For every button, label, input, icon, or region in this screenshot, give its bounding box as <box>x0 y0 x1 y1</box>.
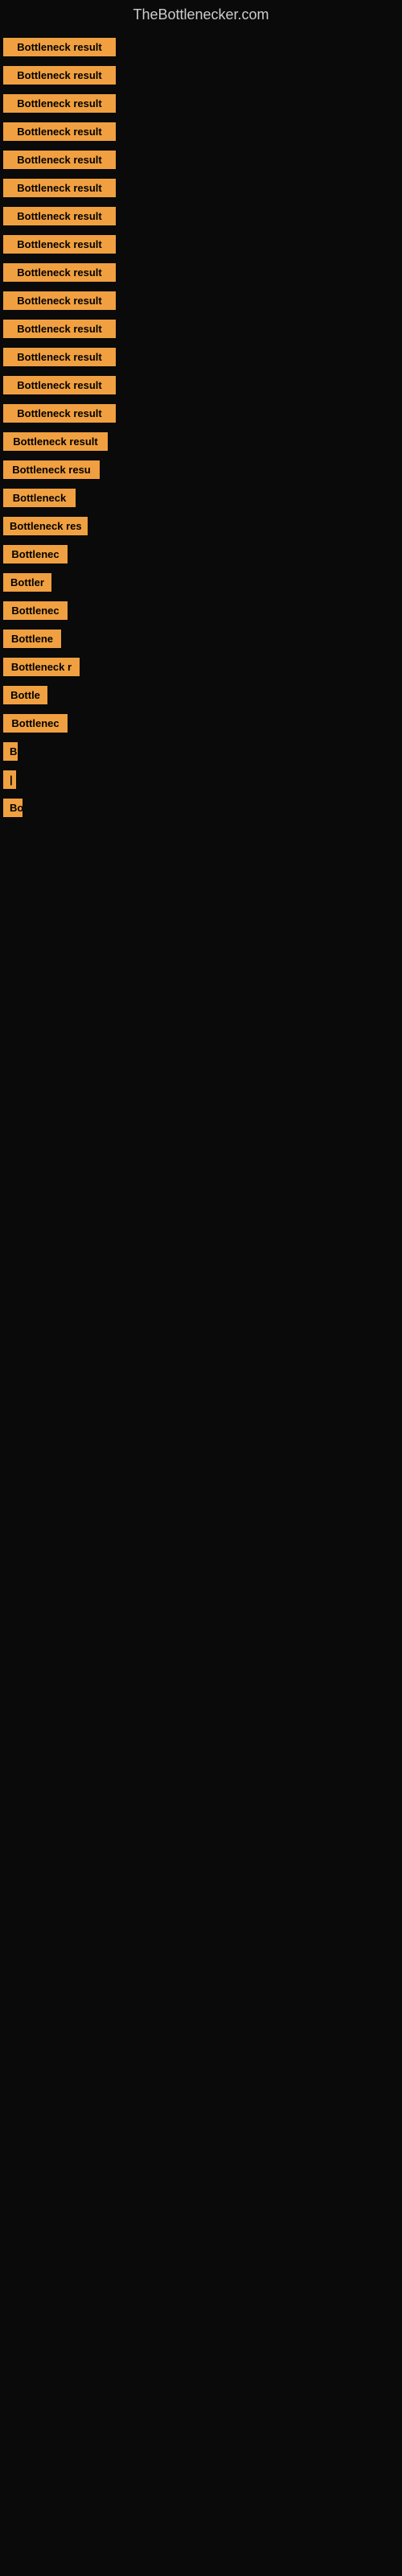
bottleneck-result-button-1[interactable]: Bottleneck result <box>3 66 116 85</box>
bottleneck-result-button-15[interactable]: Bottleneck resu <box>3 460 100 479</box>
bottleneck-result-button-12[interactable]: Bottleneck result <box>3 376 116 394</box>
bottleneck-result-button-16[interactable]: Bottleneck <box>3 489 76 507</box>
bottleneck-result-button-13[interactable]: Bottleneck result <box>3 404 116 423</box>
bottleneck-result-button-2[interactable]: Bottleneck result <box>3 94 116 113</box>
bottleneck-result-button-14[interactable]: Bottleneck result <box>3 432 108 451</box>
bottleneck-row-11: Bottleneck result <box>3 343 402 371</box>
bottleneck-row-30: Bo <box>3 794 402 822</box>
bottleneck-row-22: Bottleneck r <box>3 653 402 681</box>
bottleneck-row-23: Bottle <box>3 681 402 709</box>
bottleneck-row-6: Bottleneck result <box>3 202 402 230</box>
bottleneck-result-button-10[interactable]: Bottleneck result <box>3 320 116 338</box>
bottleneck-result-button-19[interactable]: Bottler <box>3 573 51 592</box>
bottleneck-row-1: Bottleneck result <box>3 61 402 89</box>
bottleneck-result-button-25[interactable]: B <box>3 742 18 761</box>
bottleneck-row-20: Bottlenec <box>3 597 402 625</box>
bottleneck-result-button-11[interactable]: Bottleneck result <box>3 348 116 366</box>
bottleneck-result-button-26[interactable]: | <box>3 770 16 789</box>
bottleneck-row-17: Bottleneck res <box>3 512 402 540</box>
bottleneck-row-13: Bottleneck result <box>3 399 402 427</box>
bottleneck-row-15: Bottleneck resu <box>3 456 402 484</box>
bottleneck-row-19: Bottler <box>3 568 402 597</box>
bottleneck-row-4: Bottleneck result <box>3 146 402 174</box>
bottleneck-result-button-5[interactable]: Bottleneck result <box>3 179 116 197</box>
bottleneck-result-button-8[interactable]: Bottleneck result <box>3 263 116 282</box>
bottleneck-result-button-22[interactable]: Bottleneck r <box>3 658 80 676</box>
bottleneck-row-9: Bottleneck result <box>3 287 402 315</box>
bottleneck-result-button-9[interactable]: Bottleneck result <box>3 291 116 310</box>
bottleneck-result-button-30[interactable]: Bo <box>3 799 23 817</box>
bottleneck-result-button-23[interactable]: Bottle <box>3 686 47 704</box>
bottleneck-row-24: Bottlenec <box>3 709 402 737</box>
bottleneck-row-7: Bottleneck result <box>3 230 402 258</box>
bottleneck-row-3: Bottleneck result <box>3 118 402 146</box>
bottleneck-row-0: Bottleneck result <box>3 33 402 61</box>
bottleneck-result-button-17[interactable]: Bottleneck res <box>3 517 88 535</box>
bottleneck-result-button-3[interactable]: Bottleneck result <box>3 122 116 141</box>
bottleneck-row-21: Bottlene <box>3 625 402 653</box>
bottleneck-row-12: Bottleneck result <box>3 371 402 399</box>
site-title: TheBottlenecker.com <box>0 0 402 33</box>
bottleneck-result-button-4[interactable]: Bottleneck result <box>3 151 116 169</box>
bottleneck-result-button-20[interactable]: Bottlenec <box>3 601 68 620</box>
bottleneck-row-26: | <box>3 766 402 794</box>
bottleneck-result-button-7[interactable]: Bottleneck result <box>3 235 116 254</box>
bottleneck-row-2: Bottleneck result <box>3 89 402 118</box>
bottleneck-row-10: Bottleneck result <box>3 315 402 343</box>
bottleneck-result-button-21[interactable]: Bottlene <box>3 630 61 648</box>
bottleneck-row-25: B <box>3 737 402 766</box>
bottleneck-row-18: Bottlenec <box>3 540 402 568</box>
bottleneck-result-button-24[interactable]: Bottlenec <box>3 714 68 733</box>
bottleneck-row-5: Bottleneck result <box>3 174 402 202</box>
bottleneck-row-14: Bottleneck result <box>3 427 402 456</box>
bottleneck-row-16: Bottleneck <box>3 484 402 512</box>
bottleneck-result-button-6[interactable]: Bottleneck result <box>3 207 116 225</box>
bottleneck-result-button-0[interactable]: Bottleneck result <box>3 38 116 56</box>
bottleneck-result-button-18[interactable]: Bottlenec <box>3 545 68 564</box>
bottleneck-row-8: Bottleneck result <box>3 258 402 287</box>
